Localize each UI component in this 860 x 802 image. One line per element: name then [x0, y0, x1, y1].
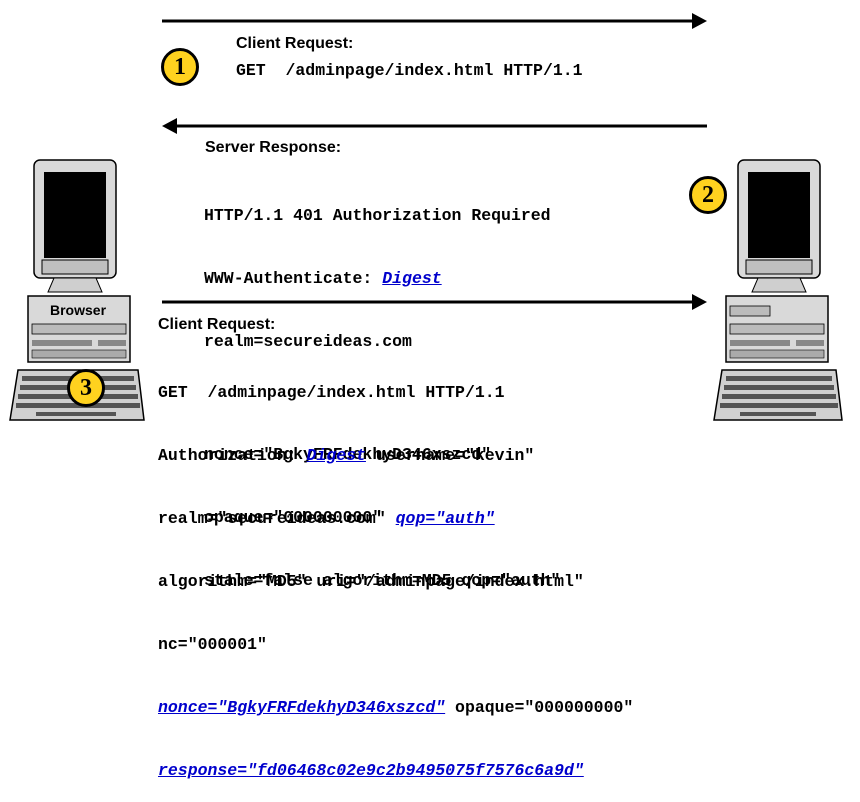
digest-link[interactable]: Digest — [307, 446, 366, 465]
step1-request-line: GET /adminpage/index.html HTTP/1.1 — [236, 61, 583, 80]
step3-heading: Client Request: — [158, 316, 276, 333]
nonce-opaque-line: nonce="BgkyFRFdekhyD346xszcd" opaque="00… — [158, 698, 634, 717]
nonce-link[interactable]: nonce="BgkyFRFdekhyD346xszcd" — [158, 698, 445, 717]
realm-qop-line: realm="secureideas.com" qop="auth" — [158, 509, 495, 528]
request-line: GET /adminpage/index.html HTTP/1.1 — [158, 383, 505, 402]
qop-link[interactable]: qop="auth" — [396, 509, 495, 528]
browser-label: Browser — [50, 302, 107, 318]
authorization-line: Authorization: Digest username="kevin" — [158, 446, 535, 465]
algorithm-uri-line: algorithm="MD5" uri="/adminpage/index.ht… — [158, 572, 584, 591]
www-authenticate-line: WWW-Authenticate: Digest — [204, 269, 442, 288]
step2-heading: Server Response: — [205, 139, 342, 156]
nc-line: nc="000001" — [158, 635, 267, 654]
digest-link[interactable]: Digest — [382, 269, 441, 288]
arrow-left-response — [162, 118, 707, 134]
arrow-right-top — [162, 13, 707, 29]
step1-heading: Client Request: — [236, 35, 354, 52]
response-status-line: HTTP/1.1 401 Authorization Required — [204, 206, 551, 225]
client-auth-request-block: GET /adminpage/index.html HTTP/1.1 Autho… — [158, 340, 633, 802]
step-badge-1: 1 — [161, 48, 199, 86]
step-badge-3: 3 — [67, 369, 105, 407]
response-link[interactable]: response="fd06468c02e9c2b9495075f7576c6a… — [158, 761, 584, 780]
response-line: response="fd06468c02e9c2b9495075f7576c6a… — [158, 760, 633, 781]
server-computer-icon — [713, 159, 843, 421]
